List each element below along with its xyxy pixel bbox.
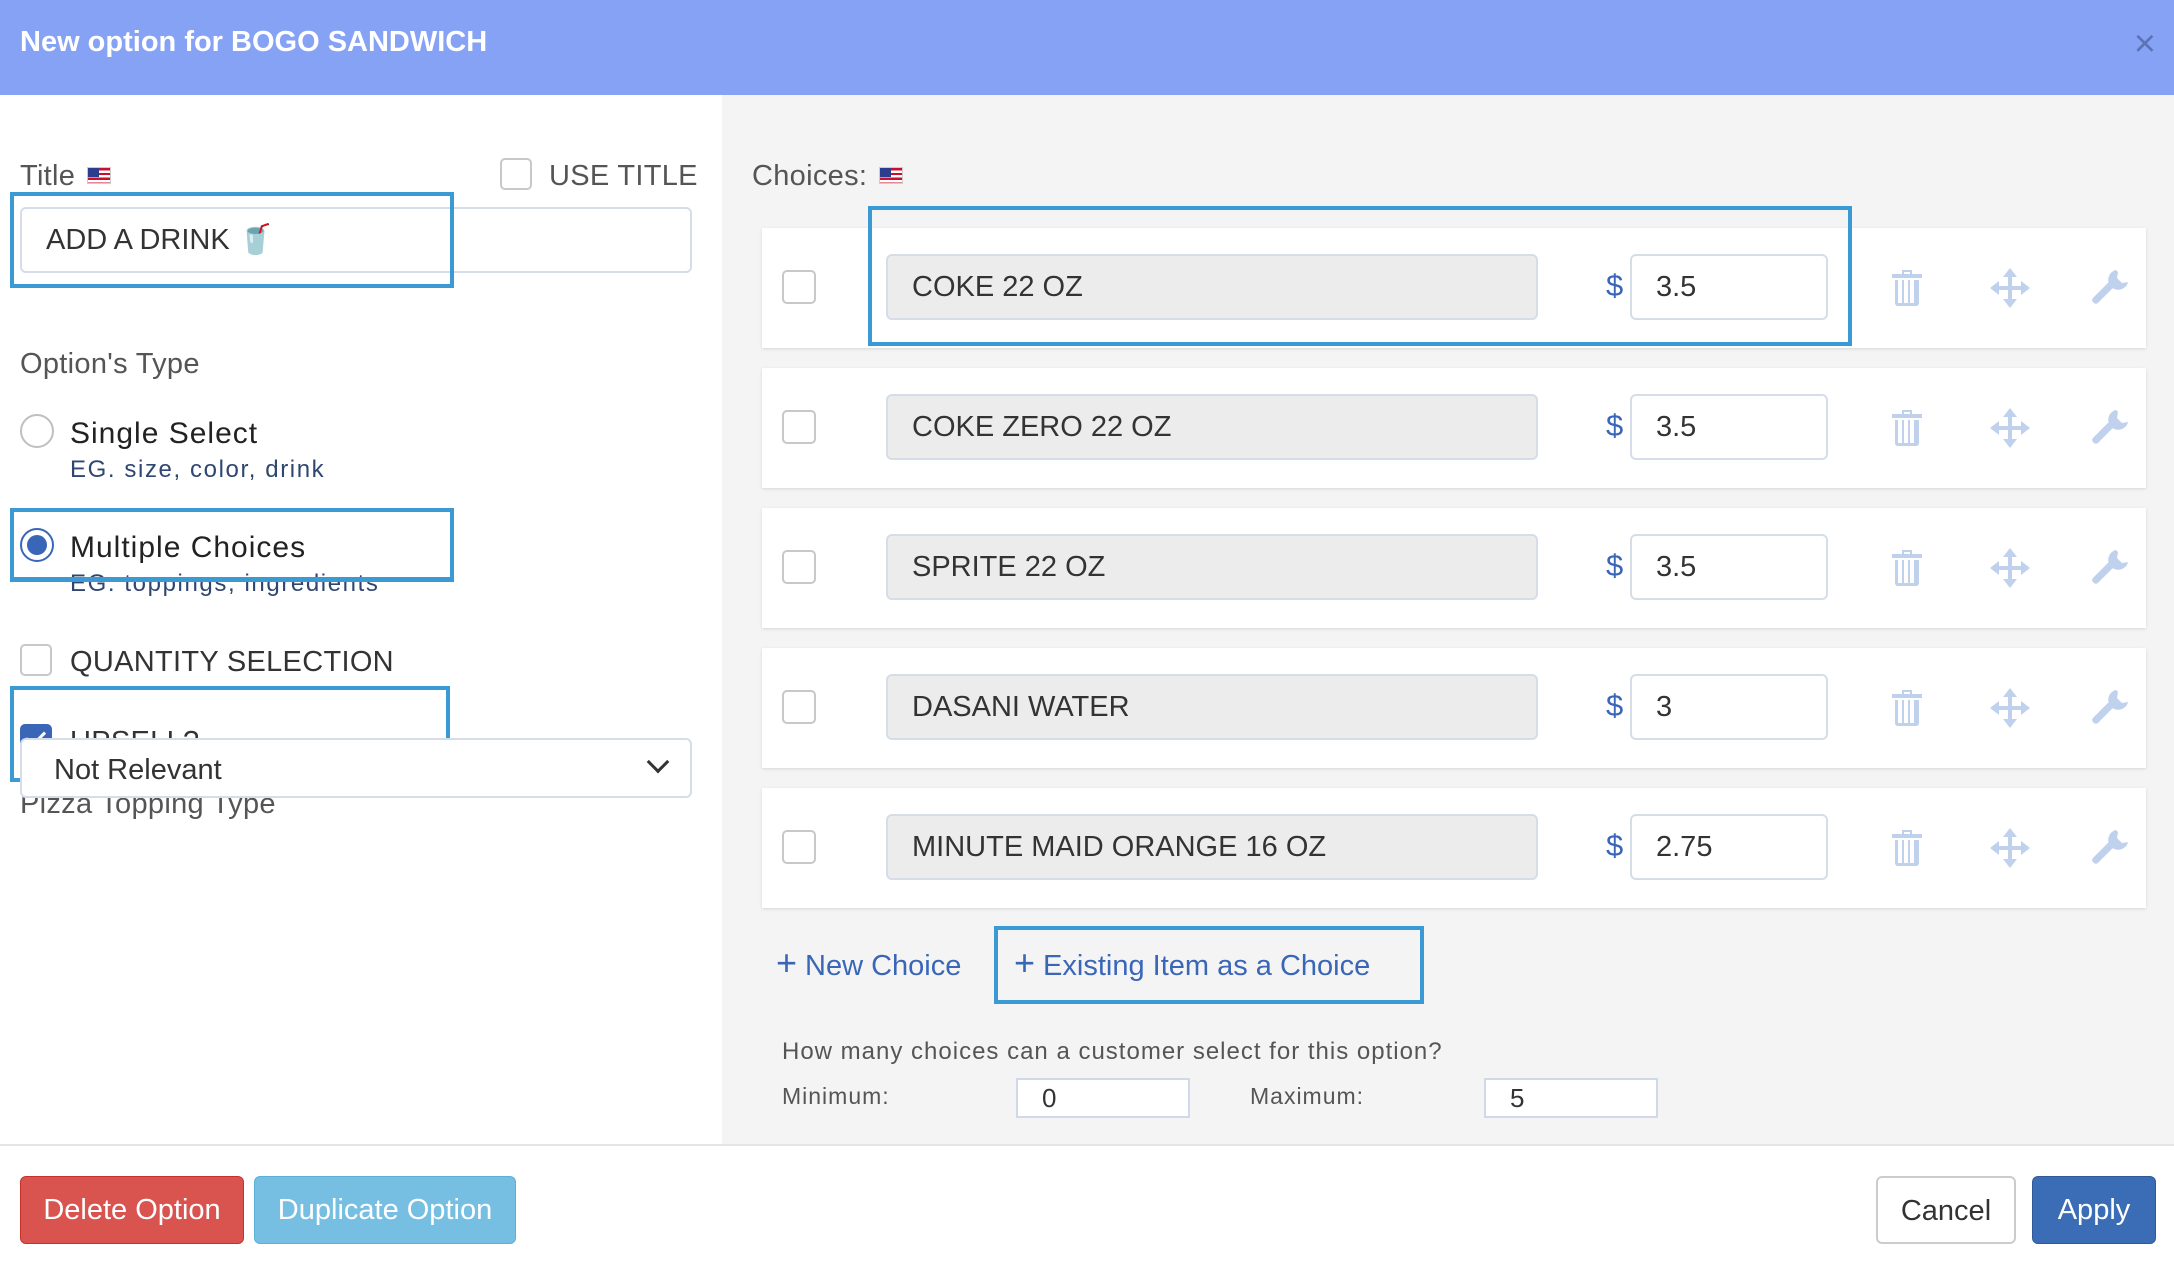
wrench-icon[interactable] (2090, 688, 2130, 728)
multiple-choices-radio[interactable] (20, 528, 54, 562)
delete-option-button[interactable]: Delete Option (20, 1176, 244, 1244)
choice-price-input[interactable]: 3.5 (1630, 394, 1828, 460)
modal-title: New option for BOGO SANDWICH (20, 26, 488, 58)
pizza-topping-select[interactable]: Not Relevant (20, 738, 692, 798)
pizza-topping-value: Not Relevant (54, 754, 222, 786)
choice-select-checkbox[interactable] (782, 270, 816, 304)
choice-row: SPRITE 22 OZ $3.5 (762, 508, 2146, 628)
move-arrows-icon[interactable] (1990, 408, 2030, 448)
maximum-input[interactable]: 5 (1484, 1078, 1658, 1118)
plus-icon: + (776, 942, 798, 983)
chevron-down-icon (646, 750, 670, 774)
wrench-icon[interactable] (2090, 828, 2130, 868)
move-arrows-icon[interactable] (1990, 688, 2030, 728)
currency-symbol: $ (1606, 688, 1624, 723)
duplicate-option-button[interactable]: Duplicate Option (254, 1176, 516, 1244)
use-title-label: USE TITLE (549, 160, 698, 192)
wrench-icon[interactable] (2090, 268, 2130, 308)
plus-icon: + (1014, 942, 1036, 983)
choice-row: COKE 22 OZ $3.5 (762, 228, 2146, 348)
trash-icon[interactable] (1892, 550, 1922, 586)
title-label: Title (20, 160, 112, 193)
move-arrows-icon[interactable] (1990, 548, 2030, 588)
apply-button[interactable]: Apply (2032, 1176, 2156, 1244)
choice-name-input[interactable]: COKE 22 OZ (886, 254, 1538, 320)
trash-icon[interactable] (1892, 270, 1922, 306)
choice-select-checkbox[interactable] (782, 550, 816, 584)
currency-symbol: $ (1606, 408, 1624, 443)
multiple-choices-label: Multiple Choices (70, 531, 307, 564)
choice-row: DASANI WATER $3 (762, 648, 2146, 768)
trash-icon[interactable] (1892, 830, 1922, 866)
move-arrows-icon[interactable] (1990, 828, 2030, 868)
modal-footer: Delete Option Duplicate Option Cancel Ap… (0, 1144, 2174, 1261)
choice-select-checkbox[interactable] (782, 410, 816, 444)
multiple-choices-hint: EG. toppings, ingredients (70, 570, 380, 597)
currency-symbol: $ (1606, 268, 1624, 303)
radio-selected-dot (27, 535, 47, 555)
maximum-label: Maximum: (1250, 1083, 1365, 1109)
choice-price-input[interactable]: 3.5 (1630, 254, 1828, 320)
choice-name-input[interactable]: SPRITE 22 OZ (886, 534, 1538, 600)
new-choice-link[interactable]: + New Choice (776, 942, 961, 984)
single-select-radio[interactable] (20, 414, 54, 448)
choices-label: Choices: (752, 160, 904, 193)
choice-row: MINUTE MAID ORANGE 16 OZ $2.75 (762, 788, 2146, 908)
quantity-selection-checkbox[interactable] (20, 644, 52, 676)
cancel-button[interactable]: Cancel (1876, 1176, 2016, 1244)
choice-price-input[interactable]: 2.75 (1630, 814, 1828, 880)
title-input[interactable]: ADD A DRINK 🥤 (20, 207, 692, 273)
choice-select-checkbox[interactable] (782, 690, 816, 724)
wrench-icon[interactable] (2090, 548, 2130, 588)
choice-price-input[interactable]: 3 (1630, 674, 1828, 740)
single-select-label: Single Select (70, 417, 259, 450)
currency-symbol: $ (1606, 548, 1624, 583)
close-icon[interactable]: × (2134, 24, 2156, 64)
choice-name-input[interactable]: DASANI WATER (886, 674, 1538, 740)
currency-symbol: $ (1606, 828, 1624, 863)
move-arrows-icon[interactable] (1990, 268, 2030, 308)
trash-icon[interactable] (1892, 690, 1922, 726)
quantity-selection-label: QUANTITY SELECTION (70, 646, 394, 678)
trash-icon[interactable] (1892, 410, 1922, 446)
minimum-label: Minimum: (782, 1083, 890, 1109)
choice-name-input[interactable]: COKE ZERO 22 OZ (886, 394, 1538, 460)
choice-limit-question: How many choices can a customer select f… (782, 1038, 1443, 1065)
choice-name-input[interactable]: MINUTE MAID ORANGE 16 OZ (886, 814, 1538, 880)
choice-select-checkbox[interactable] (782, 830, 816, 864)
wrench-icon[interactable] (2090, 408, 2130, 448)
option-type-label: Option's Type (20, 348, 200, 380)
us-flag-icon (87, 166, 112, 184)
us-flag-icon (879, 166, 904, 184)
modal-header: New option for BOGO SANDWICH × (0, 0, 2174, 95)
choice-row: COKE ZERO 22 OZ $3.5 (762, 368, 2146, 488)
single-select-hint: EG. size, color, drink (70, 456, 326, 483)
choice-price-input[interactable]: 3.5 (1630, 534, 1828, 600)
minimum-input[interactable]: 0 (1016, 1078, 1190, 1118)
use-title-checkbox[interactable] (500, 158, 532, 190)
existing-item-choice-link[interactable]: + Existing Item as a Choice (1014, 942, 1370, 984)
